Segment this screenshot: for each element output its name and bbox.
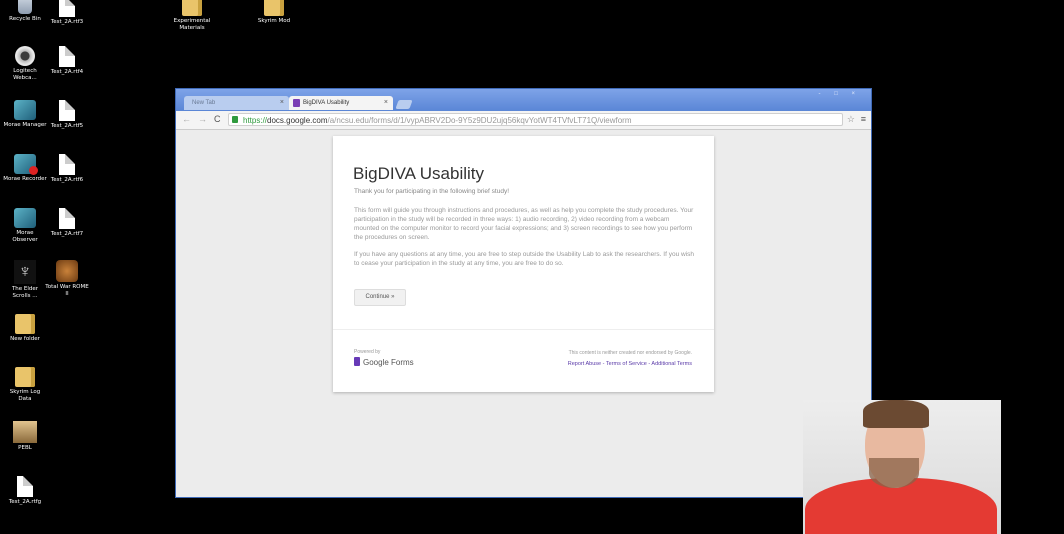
bookmark-star-icon[interactable]: ☆ bbox=[847, 114, 855, 125]
new-tab-button[interactable] bbox=[395, 100, 413, 109]
divider bbox=[333, 329, 714, 330]
desktop-item-label: Test_2A.rtf7 bbox=[50, 231, 84, 237]
google-disclaimer: This content is neither created nor endo… bbox=[568, 350, 692, 356]
url-host: docs.google.com bbox=[267, 116, 328, 125]
recycle-bin-icon bbox=[18, 0, 32, 14]
folder-icon bbox=[264, 0, 284, 16]
desktop-item-label: Morae Observer bbox=[12, 230, 38, 243]
document-icon bbox=[17, 476, 33, 497]
desktop-item-morae-observer[interactable]: Morae Observer bbox=[3, 208, 47, 244]
desktop-item-label: Morae Recorder bbox=[3, 176, 47, 182]
desktop-item-label: New folder bbox=[10, 336, 40, 342]
window-controls[interactable]: - □ × bbox=[819, 91, 861, 97]
desktop-item-label: Test_2A.rtfg bbox=[8, 499, 42, 505]
desktop-item-skyrim-log-data[interactable]: Skyrim Log Data bbox=[3, 367, 47, 403]
desktop-item-test-2a-rtf3[interactable]: Test_2A.rtf3 bbox=[45, 0, 89, 26]
desktop-item-test-2a-rtf4[interactable]: Test_2A.rtf4 bbox=[45, 46, 89, 76]
browser-window: New Tab × BigDIVA Usability × - □ × ← → … bbox=[175, 88, 872, 498]
menu-icon[interactable]: ≡ bbox=[861, 114, 866, 124]
desktop-item-label: Total War ROME II bbox=[45, 284, 89, 297]
desktop-item-morae-manager[interactable]: Morae Manager bbox=[3, 100, 47, 129]
desktop-item-test-2a-rtfg[interactable]: Test_2A.rtfg bbox=[3, 476, 47, 506]
folder-icon bbox=[15, 314, 35, 334]
morae-recorder-icon bbox=[14, 154, 38, 175]
powered-by-label: Powered by bbox=[354, 349, 381, 355]
form-card: BigDIVA Usability Thank you for particip… bbox=[333, 136, 714, 392]
desktop-item-test-2a-rtf6[interactable]: Test_2A.rtf6 bbox=[45, 154, 89, 184]
skyrim-icon: ♆ bbox=[14, 260, 36, 284]
rome-icon bbox=[56, 260, 78, 282]
back-button[interactable]: ← bbox=[182, 114, 191, 124]
person-hair bbox=[863, 400, 929, 428]
desktop-item-label: Morae Manager bbox=[3, 122, 47, 128]
morae-observer-icon bbox=[14, 208, 36, 228]
close-icon[interactable]: × bbox=[280, 96, 284, 110]
desktop-item-label: Test_2A.rtf4 bbox=[50, 69, 84, 75]
desktop-item-logitech-webcam[interactable]: Logitech Webca... bbox=[3, 46, 47, 82]
browser-toolbar: ← → C https://docs.google.com/a/ncsu.edu… bbox=[176, 111, 871, 130]
desktop-item-label: The Elder Scrolls ... bbox=[11, 286, 39, 299]
pebl-icon bbox=[13, 421, 37, 443]
document-icon bbox=[59, 46, 75, 67]
document-icon bbox=[59, 100, 75, 121]
folder-icon bbox=[182, 0, 202, 16]
desktop-item-label: Logitech Webca... bbox=[13, 68, 37, 81]
address-bar[interactable]: https://docs.google.com/a/ncsu.edu/forms… bbox=[228, 113, 843, 126]
document-icon bbox=[59, 208, 75, 229]
morae-manager-icon bbox=[14, 100, 36, 120]
desktop-item-label: Test_2A.rtf6 bbox=[50, 177, 84, 183]
folder-icon bbox=[15, 367, 35, 387]
google-forms-logo[interactable]: Google Forms bbox=[354, 357, 414, 367]
desktop-item-label: Skyrim Log Data bbox=[9, 389, 41, 402]
tab-bigdiva-usability[interactable]: BigDIVA Usability × bbox=[289, 96, 393, 110]
google-forms-logo-text: Google Forms bbox=[363, 358, 414, 367]
desktop-item-test-2a-rtf5[interactable]: Test_2A.rtf5 bbox=[45, 100, 89, 130]
form-description-paragraph: This form will guide you through instruc… bbox=[354, 207, 694, 241]
forward-button[interactable]: → bbox=[198, 114, 207, 124]
footer-links[interactable]: Report Abuse - Terms of Service - Additi… bbox=[568, 361, 692, 367]
page-viewport: BigDIVA Usability Thank you for particip… bbox=[176, 130, 871, 497]
desktop-item-test-2a-rtf7[interactable]: Test_2A.rtf7 bbox=[45, 208, 89, 238]
google-forms-favicon-icon bbox=[293, 99, 300, 107]
desktop-item-label: Experimental Materials bbox=[173, 18, 211, 31]
lock-icon bbox=[232, 116, 238, 123]
tab-new-tab[interactable]: New Tab × bbox=[184, 96, 289, 110]
desktop-item-pebl[interactable]: PEBL bbox=[3, 421, 47, 452]
google-forms-icon bbox=[354, 357, 360, 366]
url-path: /a/ncsu.edu/forms/d/1/vypABRV2Do-9Y5z9DU… bbox=[327, 116, 632, 125]
webcam-icon bbox=[15, 46, 35, 66]
tab-label: New Tab bbox=[192, 100, 216, 106]
document-icon bbox=[59, 154, 75, 175]
webcam-overlay bbox=[803, 400, 1001, 534]
reload-button[interactable]: C bbox=[214, 114, 221, 124]
desktop-item-skyrim-mod[interactable]: Skyrim Mod bbox=[252, 0, 296, 25]
desktop-item-experimental-materials[interactable]: Experimental Materials bbox=[170, 0, 214, 32]
form-title: BigDIVA Usability bbox=[353, 164, 485, 183]
desktop-item-label: Skyrim Mod bbox=[257, 18, 291, 24]
desktop-item-label: Test_2A.rtf5 bbox=[50, 123, 84, 129]
form-subtitle: Thank you for participating in the follo… bbox=[354, 188, 510, 195]
person-beard bbox=[869, 458, 919, 488]
desktop-item-recycle-bin[interactable]: Recycle Bin bbox=[3, 0, 47, 23]
desktop-item-label: Recycle Bin bbox=[9, 16, 41, 22]
desktop-item-total-war-rome[interactable]: Total War ROME II bbox=[45, 260, 89, 298]
continue-button[interactable]: Continue » bbox=[354, 289, 406, 306]
tab-label: BigDIVA Usability bbox=[303, 100, 350, 106]
close-icon[interactable]: × bbox=[384, 96, 388, 110]
desktop-item-label: PEBL bbox=[18, 445, 32, 451]
url-scheme: https:// bbox=[243, 116, 268, 125]
desktop-item-label: Test_2A.rtf3 bbox=[50, 19, 84, 25]
document-icon bbox=[59, 0, 75, 17]
tab-strip: New Tab × BigDIVA Usability × - □ × bbox=[176, 89, 871, 111]
form-description-paragraph: If you have any questions at any time, y… bbox=[354, 251, 694, 267]
desktop-item-elder-scrolls[interactable]: ♆ The Elder Scrolls ... bbox=[3, 260, 47, 300]
desktop-item-morae-recorder[interactable]: Morae Recorder bbox=[3, 154, 47, 183]
desktop-item-new-folder[interactable]: New folder bbox=[3, 314, 47, 343]
